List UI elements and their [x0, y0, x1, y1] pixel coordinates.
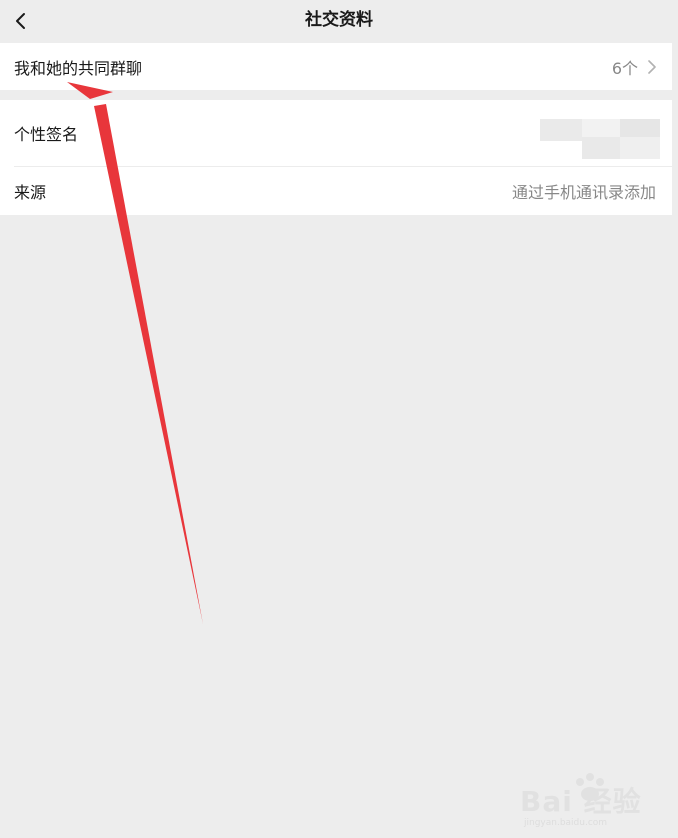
signature-label: 个性签名 — [14, 125, 79, 144]
chevron-left-icon — [16, 13, 25, 29]
signature-row: 个性签名 — [0, 100, 672, 166]
watermark-text: Bai 经验 — [520, 785, 642, 818]
navigation-bar: 社交资料 — [0, 0, 678, 42]
source-label: 来源 — [14, 182, 47, 202]
page-title: 社交资料 — [305, 10, 373, 30]
common-groups-card: 我和她的共同群聊 6个 — [0, 43, 672, 90]
back-button[interactable] — [8, 8, 34, 34]
chevron-right-icon — [648, 59, 656, 74]
common-groups-label: 我和她的共同群聊 — [14, 58, 143, 78]
watermark-logo: Bai 经验 jingyan.baidu.com — [520, 770, 670, 830]
source-row: 来源 通过手机通讯录添加 — [0, 166, 672, 215]
common-groups-count: 6个 — [611, 58, 638, 78]
source-value: 通过手机通讯录添加 — [511, 182, 656, 202]
profile-info-card: 个性签名 来源 通过手机通讯录添加 — [0, 100, 672, 215]
common-groups-value: 6个 — [612, 55, 656, 79]
common-groups-row[interactable]: 我和她的共同群聊 6个 — [0, 43, 672, 90]
watermark-subtext: jingyan.baidu.com — [524, 818, 608, 828]
signature-blurred-value — [540, 119, 660, 159]
